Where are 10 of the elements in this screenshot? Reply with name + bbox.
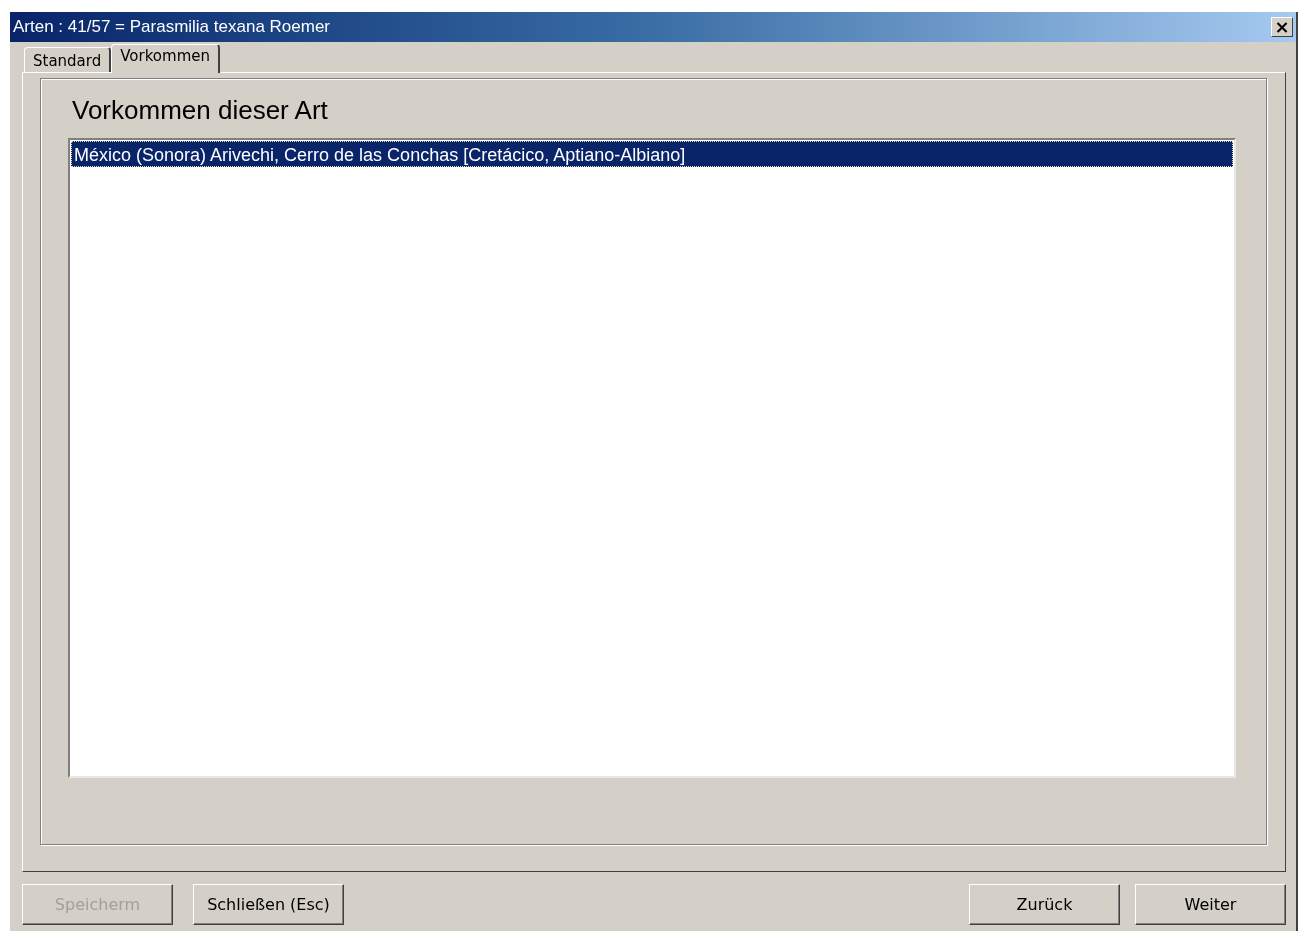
dialog-button[interactable]: Zurück — [969, 884, 1120, 925]
tab[interactable]: Vorkommen — [111, 44, 220, 73]
dialog-button[interactable]: Weiter — [1135, 884, 1286, 925]
list-item[interactable]: México (Sonora) Arivechi, Cerro de las Conchas [Cretácico, Aptiano-Albiano] — [71, 141, 1233, 167]
occurrence-list[interactable]: México (Sonora) Arivechi, Cerro de las Conchas [Cretácico, Aptiano-Albiano] — [68, 138, 1236, 778]
section-heading: Vorkommen dieser Art — [72, 94, 329, 127]
window-title: Arten : 41/57 = Parasmilia texana Roemer — [13, 16, 331, 39]
dialog-button[interactable]: Schließen (Esc) — [193, 884, 344, 925]
close-button[interactable]: × — [1271, 17, 1293, 37]
tab[interactable]: Standard — [24, 47, 112, 72]
